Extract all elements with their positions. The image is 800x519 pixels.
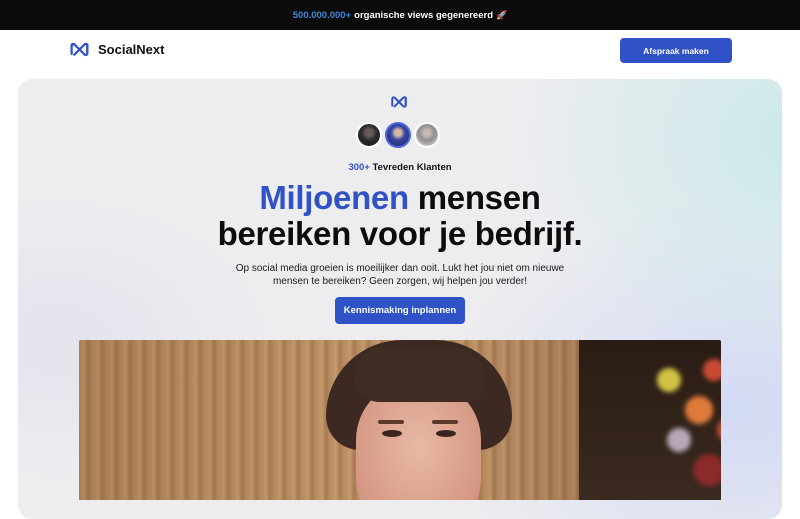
brand-name: SocialNext (98, 42, 165, 57)
avatar (385, 122, 411, 148)
announcement-number: 500.000.000+ (292, 9, 352, 21)
client-avatars (356, 122, 443, 148)
clients-count-label: 300+ Tevreden Klanten (0, 162, 800, 173)
person-image (314, 340, 524, 500)
flowers-image (639, 350, 721, 500)
hero-video[interactable] (79, 340, 721, 500)
rocket-icon: 🚀 (496, 9, 508, 20)
avatar (414, 122, 440, 148)
announcement-bar: 500.000.000+ organische views gegenereer… (0, 0, 800, 30)
socialnext-logo-icon (70, 42, 89, 57)
brand-logo-link[interactable]: SocialNext (69, 41, 164, 58)
hero-subtext: Op social media groeien is moeilijker da… (235, 263, 565, 287)
headline-line2: bereiken voor je bedrijf. (217, 215, 583, 252)
clients-count: 300+ (348, 162, 370, 173)
headline-highlight: Miljoenen (259, 179, 409, 216)
announcement-text: organische views gegenereerd (354, 9, 494, 21)
clients-label: Tevreden Klanten (372, 162, 452, 173)
hero-headline: Miljoenen mensen bereiken voor je bedrij… (0, 180, 800, 252)
socialnext-logo-icon (391, 96, 407, 108)
headline-line1-rest: mensen (417, 179, 541, 216)
appointment-button[interactable]: Afspraak maken (620, 38, 732, 63)
schedule-intro-button[interactable]: Kennismaking inplannen (335, 297, 465, 324)
avatar (356, 122, 382, 148)
